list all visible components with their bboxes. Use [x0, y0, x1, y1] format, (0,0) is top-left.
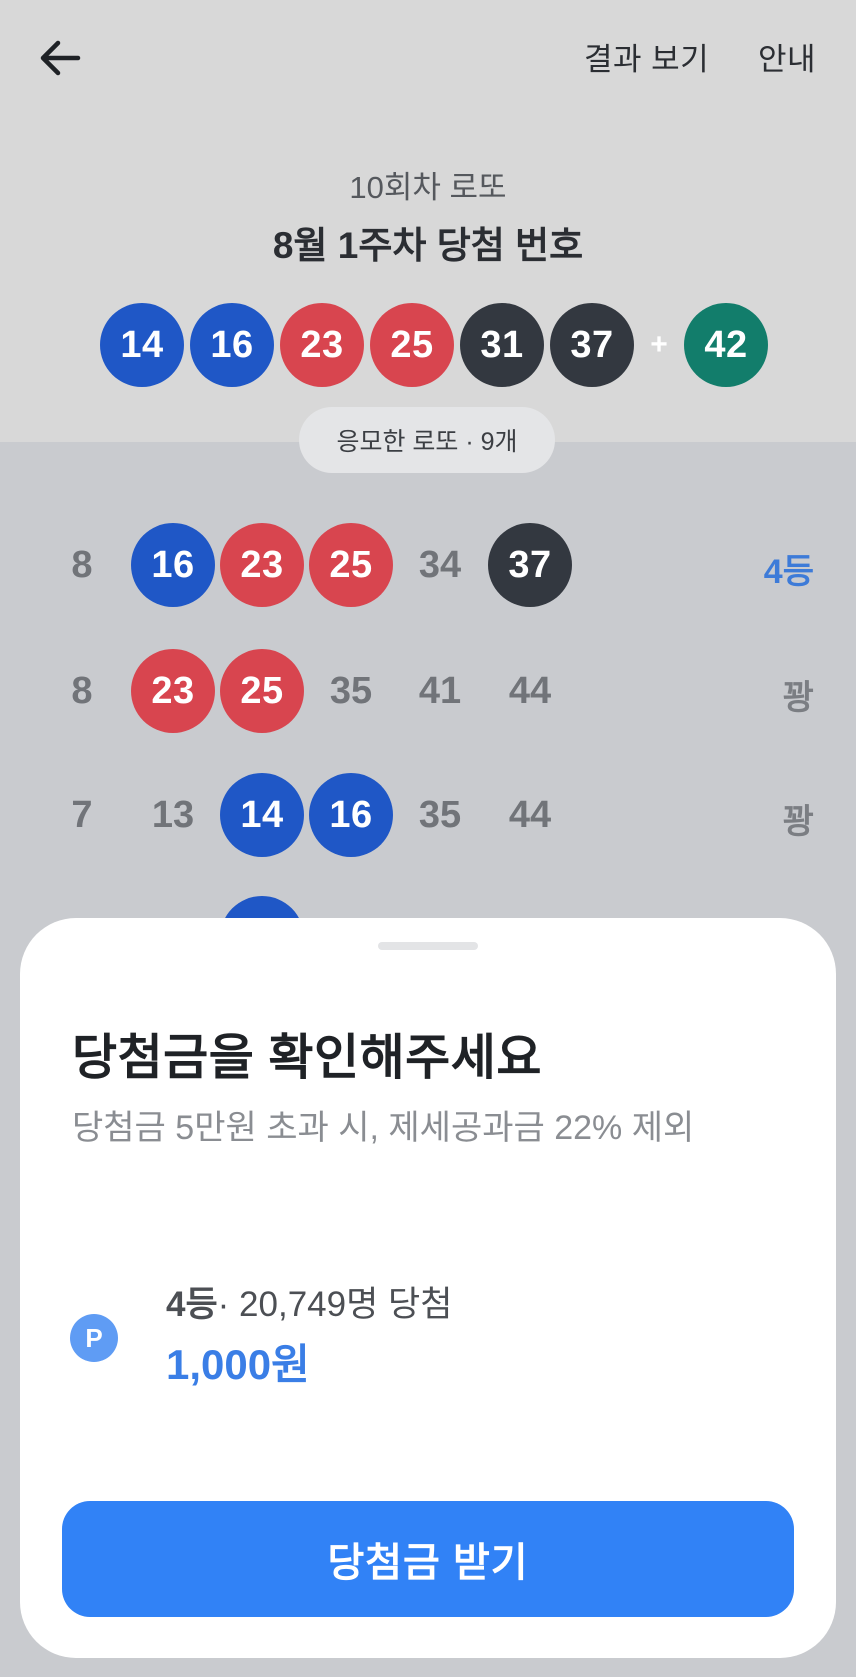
- ticket-number: 34: [418, 543, 462, 586]
- ticket-row: 8 16 23 25 34 37 4등: [0, 522, 856, 608]
- ticket-number: 44: [508, 669, 552, 712]
- plus-sign: +: [650, 328, 668, 361]
- point-icon: P: [70, 1314, 118, 1362]
- ticket-rank: 꽝: [782, 803, 814, 841]
- guide-link[interactable]: 안내: [758, 34, 816, 79]
- winning-ball: 16: [190, 303, 274, 387]
- sheet-drag-handle[interactable]: [378, 942, 478, 950]
- ticket-row: 8 23 25 35 41 44 꽝: [0, 648, 856, 734]
- ticket-row: 7 13 14 16 35 44 꽝: [0, 772, 856, 858]
- ticket-number: 41: [418, 669, 462, 712]
- matched-ball: 37: [488, 523, 572, 607]
- winning-ball: 37: [550, 303, 634, 387]
- ticket-number: 35: [418, 793, 462, 836]
- sheet-title: 당첨금을 확인해주세요: [72, 1031, 542, 1085]
- week-title: 8월 1주차 당첨 번호: [272, 225, 584, 266]
- matched-ball: 25: [220, 649, 304, 733]
- prize-winners: · 20,749명 당첨: [217, 1285, 453, 1324]
- prize-info: P 4등· 20,749명 당첨 1,000원: [70, 1276, 770, 1396]
- entries-count-chip[interactable]: 응모한 로또 · 9개: [299, 407, 555, 473]
- back-button[interactable]: [28, 30, 92, 86]
- matched-ball: 14: [220, 773, 304, 857]
- winning-ball: 14: [100, 303, 184, 387]
- prize-amount: 1,000원: [166, 1341, 310, 1388]
- arrow-left-icon: [40, 40, 81, 76]
- winning-ball: 31: [460, 303, 544, 387]
- top-bar: 결과 보기 안내: [0, 0, 856, 120]
- prize-summary: 4등· 20,749명 당첨: [166, 1276, 452, 1327]
- claim-prize-button[interactable]: 당첨금 받기: [62, 1501, 794, 1617]
- ticket-rank: 4등: [763, 553, 814, 591]
- prize-bottom-sheet: 당첨금을 확인해주세요 당첨금 5만원 초과 시, 제세공과금 22% 제외 P…: [20, 918, 836, 1658]
- ticket-number: 44: [508, 793, 552, 836]
- view-results-link[interactable]: 결과 보기: [584, 34, 709, 79]
- winning-ball: 23: [280, 303, 364, 387]
- matched-ball: 16: [309, 773, 393, 857]
- matched-ball: 16: [131, 523, 215, 607]
- ticket-number: 7: [71, 793, 93, 836]
- prize-rank: 4등: [166, 1285, 218, 1324]
- ticket-number: 35: [329, 669, 373, 712]
- sheet-description: 당첨금 5만원 초과 시, 제세공과금 22% 제외: [72, 1109, 695, 1147]
- lotto-result-screen: 결과 보기 안내 10회차 로또 8월 1주차 당첨 번호 14 16 23 2…: [0, 0, 856, 1677]
- matched-ball: 23: [220, 523, 304, 607]
- ticket-number: 8: [71, 669, 93, 712]
- bonus-ball: 42: [684, 303, 768, 387]
- ticket-number: 8: [71, 543, 93, 586]
- ticket-number: 13: [151, 793, 195, 836]
- winning-ball: 25: [370, 303, 454, 387]
- matched-ball: 25: [309, 523, 393, 607]
- round-label: 10회차 로또: [349, 170, 507, 205]
- ticket-rank: 꽝: [782, 679, 814, 717]
- matched-ball: 23: [131, 649, 215, 733]
- winning-numbers: 14 16 23 25 31 37 + 42: [100, 303, 774, 387]
